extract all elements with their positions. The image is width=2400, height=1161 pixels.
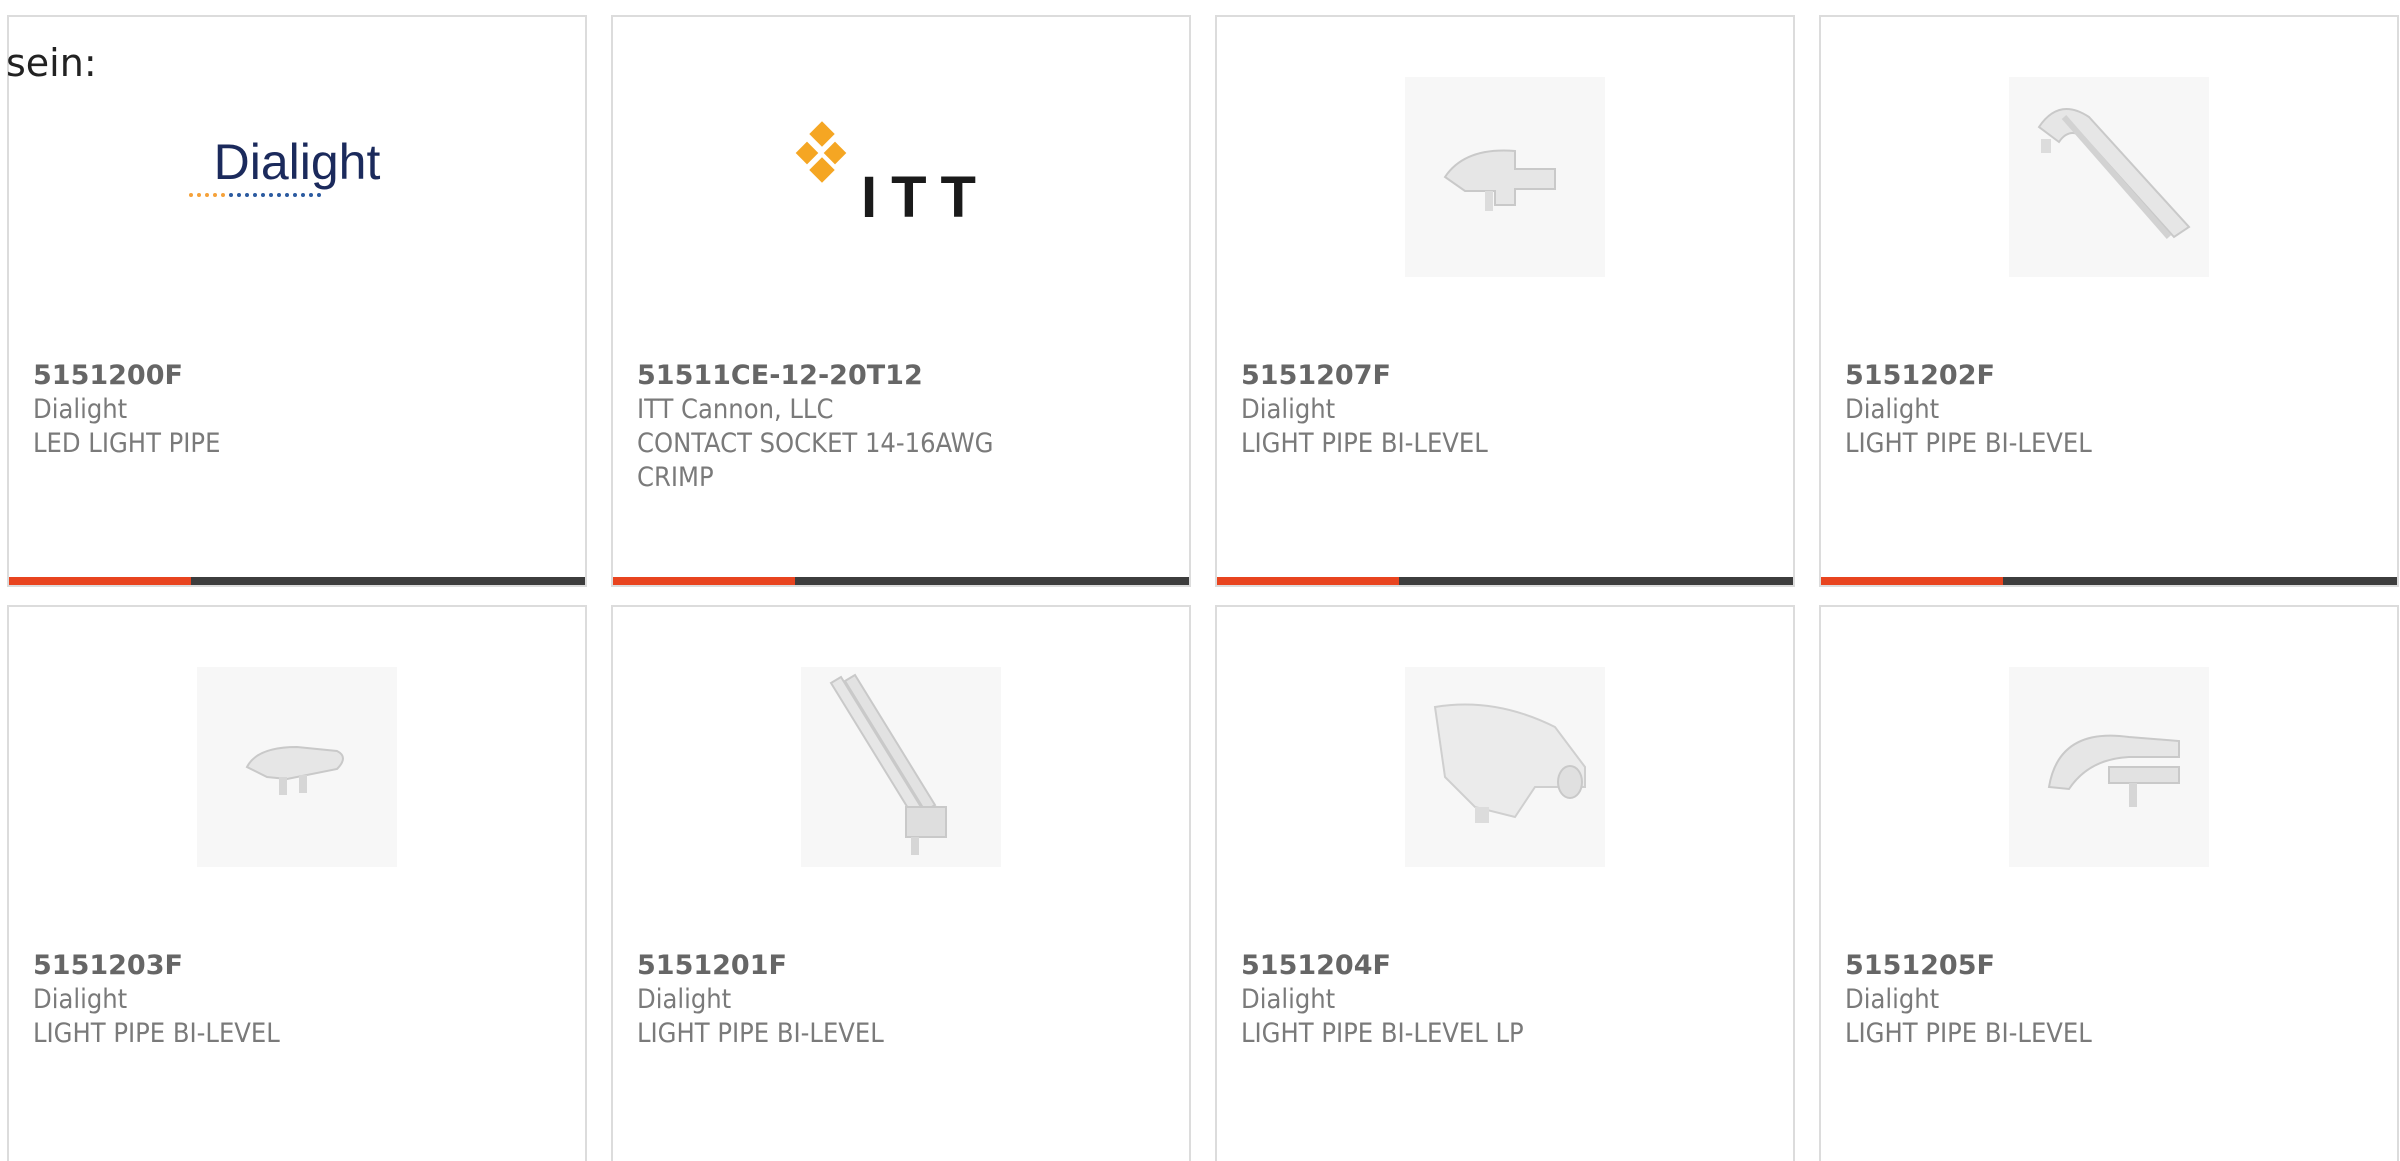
manufacturer: Dialight [33, 984, 128, 1015]
product-description: LIGHT PIPE BI-LEVEL [1845, 1018, 2092, 1049]
svg-text:ITT: ITT [861, 165, 990, 230]
light-pipe-icon [1433, 703, 1586, 823]
manufacturer: Dialight [637, 984, 732, 1015]
card-progress-bar [9, 577, 585, 585]
manufacturer: Dialight [1845, 394, 1940, 425]
light-pipe-icon [1443, 149, 1556, 211]
product-card[interactable]: 5151203F Dialight LIGHT PIPE BI-LEVEL [7, 605, 587, 1161]
light-pipe-icon [2037, 108, 2191, 239]
manufacturer: ITT Cannon, LLC [637, 394, 834, 425]
product-card[interactable]: 5151201F Dialight LIGHT PIPE BI-LEVEL [611, 605, 1191, 1161]
product-card[interactable]: ITT 51511CE-12-20T12 ITT Cannon, LLC CON… [611, 15, 1191, 587]
manufacturer: Dialight [33, 394, 128, 425]
card-progress-bar [613, 577, 1189, 585]
light-pipe-icon [2047, 734, 2180, 807]
product-grid: Dialight 5151200F Dialight LED LIGHT PIP… [7, 15, 2399, 1161]
product-card[interactable]: 5151204F Dialight LIGHT PIPE BI-LEVEL LP [1215, 605, 1795, 1161]
part-number[interactable]: 5151201F [637, 950, 787, 981]
product-image [1821, 647, 2397, 887]
product-description: LIGHT PIPE BI-LEVEL [637, 1018, 884, 1049]
product-image [1217, 57, 1793, 297]
product-description: LIGHT PIPE BI-LEVEL [33, 1018, 280, 1049]
product-grid-page: sein: Dialight 5151200F Dialight LED LIG… [0, 0, 2400, 1161]
svg-text:Dialight: Dialight [214, 137, 381, 190]
product-description: LIGHT PIPE BI-LEVEL LP [1241, 1018, 1524, 1049]
dialight-logo: Dialight [189, 137, 381, 197]
part-number[interactable]: 5151205F [1845, 950, 1995, 981]
manufacturer: Dialight [1845, 984, 1940, 1015]
product-card[interactable]: 5151207F Dialight LIGHT PIPE BI-LEVEL [1215, 15, 1795, 587]
product-description: LIGHT PIPE BI-LEVEL [1845, 428, 2092, 459]
part-number[interactable]: 5151202F [1845, 360, 1995, 391]
manufacturer: Dialight [1241, 394, 1336, 425]
part-number[interactable]: 5151200F [33, 360, 183, 391]
product-description: CONTACT SOCKET 14-16AWG CRIMP [637, 428, 994, 493]
light-pipe-icon [245, 745, 344, 795]
intro-text: sein: [6, 41, 97, 85]
product-card[interactable]: 5151205F Dialight LIGHT PIPE BI-LEVEL [1819, 605, 2399, 1161]
product-card[interactable]: 5151202F Dialight LIGHT PIPE BI-LEVEL [1819, 15, 2399, 587]
product-image [1217, 647, 1793, 887]
product-card[interactable]: Dialight 5151200F Dialight LED LIGHT PIP… [7, 15, 587, 587]
part-number[interactable]: 5151203F [33, 950, 183, 981]
part-number[interactable]: 5151204F [1241, 950, 1391, 981]
product-image [9, 647, 585, 887]
part-number[interactable]: 5151207F [1241, 360, 1391, 391]
card-progress-bar [1821, 577, 2397, 585]
itt-logo: ITT [795, 121, 990, 230]
product-image [1821, 57, 2397, 297]
part-number[interactable]: 51511CE-12-20T12 [637, 360, 923, 391]
light-pipe-icon [829, 673, 947, 855]
card-progress-bar [1217, 577, 1793, 585]
product-image: ITT [613, 57, 1189, 297]
manufacturer: Dialight [1241, 984, 1336, 1015]
product-description: LED LIGHT PIPE [33, 428, 221, 459]
product-image [613, 647, 1189, 887]
product-image: Dialight [9, 57, 585, 297]
product-description: LIGHT PIPE BI-LEVEL [1241, 428, 1488, 459]
